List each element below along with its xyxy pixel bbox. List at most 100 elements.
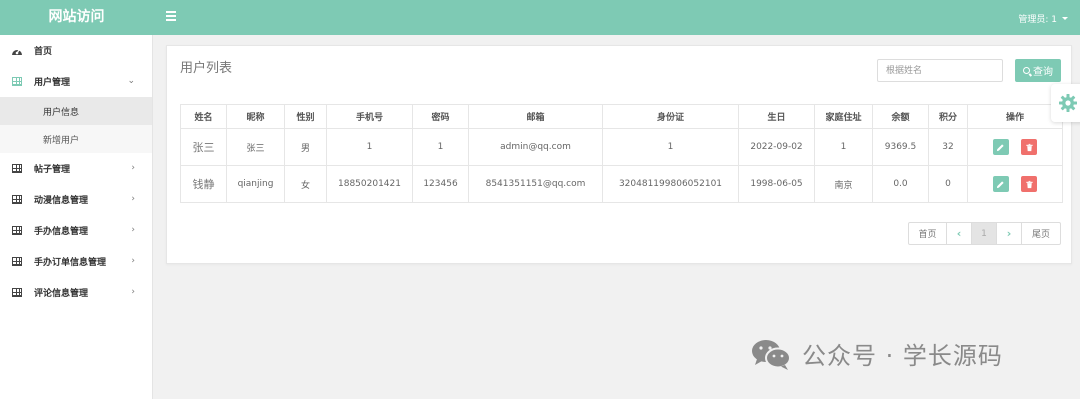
table-cell: 女: [284, 165, 327, 203]
table-cell: 男: [284, 128, 327, 166]
table-cell: 2022-09-02: [738, 128, 815, 166]
actions-cell: [967, 128, 1063, 166]
submenu-user-management: 用户信息 新增用户: [0, 97, 152, 153]
caret-down-icon: [1062, 17, 1068, 20]
current-page[interactable]: 1: [972, 223, 997, 244]
sidebar-item-anime[interactable]: 动漫信息管理 ›: [0, 184, 152, 215]
column-header: 姓名: [180, 104, 227, 129]
table-icon: [10, 77, 24, 86]
table-cell: 1: [814, 128, 873, 166]
sidebar-item-label: 用户管理: [34, 78, 71, 88]
user-table: 姓名 昵称 性别 手机号 密码 邮箱 身份证 生日 家庭住址 余额 积分 操作 …: [180, 104, 1063, 203]
edit-button[interactable]: [992, 176, 1009, 192]
table-cell: 320481199806052101: [602, 165, 739, 203]
table-cell: 32: [928, 128, 968, 166]
chevron-right-icon: ›: [131, 163, 135, 173]
table-icon: [10, 164, 24, 173]
search-input[interactable]: [877, 59, 1003, 82]
wechat-icon: [752, 339, 791, 370]
pencil-icon: [996, 143, 1004, 151]
sidebar-item-comments[interactable]: 评论信息管理 ›: [0, 277, 152, 308]
column-header: 邮箱: [468, 104, 603, 129]
pencil-icon: [996, 180, 1004, 188]
delete-button[interactable]: [1021, 176, 1038, 192]
column-header: 积分: [928, 104, 968, 129]
table-cell: 0.0: [872, 165, 929, 203]
chevron-down-icon: ⌄: [127, 76, 135, 86]
chevron-right-icon: ›: [131, 287, 135, 297]
chevron-left-icon: ‹: [956, 227, 962, 240]
column-header: 余额: [872, 104, 929, 129]
admin-menu[interactable]: 管理员: 1: [1018, 12, 1068, 25]
table-cell: 张三: [180, 128, 227, 166]
sidebar-item-label: 手办订单信息管理: [34, 258, 107, 268]
delete-button[interactable]: [1021, 139, 1038, 155]
table-cell: 张三: [226, 128, 285, 166]
search-icon: [1023, 67, 1030, 74]
sidebar-item-posts[interactable]: 帖子管理 ›: [0, 153, 152, 184]
chevron-right-icon: ›: [131, 194, 135, 204]
watermark-text: 公众号 · 学长源码: [802, 342, 1003, 370]
table-row: 钱静 qianjing 女 18850201421 123456 8541351…: [180, 165, 1063, 203]
prev-page-button[interactable]: ‹: [947, 223, 972, 244]
table-cell: 1: [326, 128, 413, 166]
sidebar-item-figures[interactable]: 手办信息管理 ›: [0, 215, 152, 246]
table-cell: 南京: [814, 165, 873, 203]
trash-icon: [1026, 143, 1033, 151]
column-header: 家庭住址: [814, 104, 873, 129]
actions-cell: [967, 165, 1063, 203]
search-button-label: 查询: [1033, 67, 1053, 78]
user-list-panel: 用户列表 查询 姓名 昵称 性别 手机号 密码 邮箱 身份证 生日 家庭住址 余…: [166, 45, 1072, 264]
sidebar-item-figure-orders[interactable]: 手办订单信息管理 ›: [0, 246, 152, 277]
sidebar-item-user-management[interactable]: 用户管理 ⌄: [0, 66, 152, 97]
site-logo: 网站访问: [48, 9, 105, 25]
next-page-button[interactable]: ›: [997, 223, 1022, 244]
sidebar-item-label: 动漫信息管理: [34, 196, 89, 206]
watermark: 公众号 · 学长源码: [750, 336, 1003, 371]
chevron-right-icon: ›: [1006, 227, 1012, 240]
admin-label: 管理员: 1: [1018, 15, 1057, 25]
column-header: 昵称: [226, 104, 285, 129]
search-button[interactable]: 查询: [1015, 59, 1061, 82]
table-cell: admin@qq.com: [468, 128, 603, 166]
sidebar-item-label: 帖子管理: [34, 165, 71, 175]
column-header: 身份证: [602, 104, 739, 129]
column-header: 手机号: [326, 104, 413, 129]
table-header-row: 姓名 昵称 性别 手机号 密码 邮箱 身份证 生日 家庭住址 余额 积分 操作: [180, 104, 1063, 129]
trash-icon: [1026, 180, 1033, 188]
edit-button[interactable]: [992, 139, 1009, 155]
dashboard-icon: [10, 46, 24, 56]
table-cell: 18850201421: [326, 165, 413, 203]
pagination: 首页 ‹ 1 › 尾页: [908, 222, 1061, 245]
sidebar-item-label: 评论信息管理: [34, 289, 89, 299]
chevron-right-icon: ›: [131, 225, 135, 235]
menu-toggle-icon[interactable]: [166, 11, 176, 21]
table-icon: [10, 195, 24, 204]
table-row: 张三 张三 男 1 1 admin@qq.com 1 2022-09-02 1 …: [180, 128, 1063, 166]
last-page-button[interactable]: 尾页: [1022, 223, 1060, 244]
sidebar-item-user-info[interactable]: 用户信息: [0, 97, 152, 125]
sidebar: 首页 用户管理 ⌄ 用户信息 新增用户 帖子管理 › 动漫信息管理 › 手办信息…: [0, 35, 153, 399]
table-cell: 0: [928, 165, 968, 203]
table-icon: [10, 288, 24, 297]
first-page-button[interactable]: 首页: [909, 223, 947, 244]
sidebar-item-home[interactable]: 首页: [0, 35, 152, 66]
table-cell: 钱静: [180, 165, 227, 203]
top-bar: 网站访问 管理员: 1: [0, 0, 1080, 35]
table-cell: 1: [412, 128, 469, 166]
table-icon: [10, 257, 24, 266]
settings-button[interactable]: [1051, 84, 1080, 122]
sidebar-item-label: 首页: [34, 47, 53, 57]
table-cell: 1: [602, 128, 739, 166]
sidebar-item-add-user[interactable]: 新增用户: [0, 125, 152, 153]
table-cell: 1998-06-05: [738, 165, 815, 203]
table-cell: qianjing: [226, 165, 285, 203]
column-header: 密码: [412, 104, 469, 129]
column-header: 性别: [284, 104, 327, 129]
table-cell: 8541351151@qq.com: [468, 165, 603, 203]
column-header: 生日: [738, 104, 815, 129]
column-header: 操作: [967, 104, 1063, 129]
table-cell: 9369.5: [872, 128, 929, 166]
chevron-right-icon: ›: [131, 256, 135, 266]
table-icon: [10, 226, 24, 235]
